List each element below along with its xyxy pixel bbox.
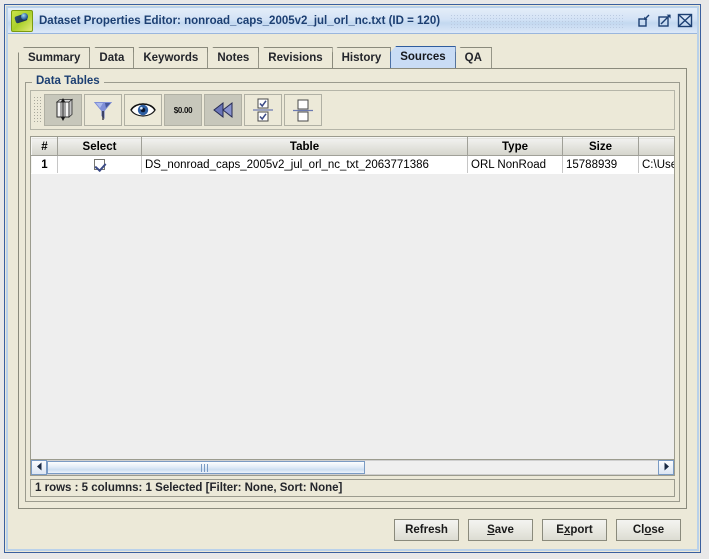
data-table: # Select Table Type Size 1 DS_nonroad_ca… — [31, 137, 674, 174]
table-toolbar: $0.00 — [30, 90, 675, 130]
chevron-left-icon — [36, 462, 43, 474]
column-header-path[interactable] — [638, 137, 674, 156]
tab-keywords[interactable]: Keywords — [133, 47, 209, 68]
tab-revisions[interactable]: Revisions — [258, 47, 333, 68]
toolbar-drag-handle[interactable] — [33, 96, 41, 124]
export-button-label-start: E — [556, 524, 564, 536]
tab-data-label: Data — [99, 52, 125, 64]
tab-qa[interactable]: QA — [454, 47, 492, 68]
close-button-mnemonic: o — [644, 524, 652, 536]
table-row[interactable]: 1 DS_nonroad_caps_2005v2_jul_orl_nc_txt_… — [31, 155, 674, 174]
column-header-num[interactable]: # — [31, 137, 58, 156]
export-button-label-end: port — [570, 524, 593, 536]
grid-status-text: 1 rows : 5 columns: 1 Selected [Filter: … — [35, 482, 343, 494]
grid-scroll-area: # Select Table Type Size 1 DS_nonroad_ca… — [31, 137, 674, 459]
tab-history[interactable]: History — [331, 47, 392, 68]
tab-history-label: History — [341, 52, 382, 64]
reset-button[interactable] — [204, 94, 242, 126]
tab-notes-label: Notes — [217, 52, 250, 64]
tab-revisions-label: Revisions — [268, 52, 323, 64]
column-header-table[interactable]: Table — [141, 137, 468, 156]
tab-sources[interactable]: Sources — [390, 46, 456, 68]
format-button[interactable]: $0.00 — [164, 94, 202, 126]
split-boxes-icon — [292, 97, 314, 123]
close-button-label-end: se — [651, 524, 665, 536]
clear-selection-button[interactable] — [284, 94, 322, 126]
scrollbar-thumb[interactable] — [47, 461, 365, 474]
dataset-editor-icon — [11, 9, 33, 32]
title-grip-texture — [450, 13, 625, 28]
close-button-label-start: Cl — [632, 524, 645, 536]
tab-summary-label: Summary — [28, 52, 81, 64]
save-button-mnemonic: S — [487, 524, 495, 536]
save-button-label: ave — [494, 524, 514, 536]
close-button[interactable] — [677, 13, 693, 28]
scroll-left-button[interactable] — [31, 460, 47, 475]
chevron-right-icon — [663, 462, 670, 474]
column-header-select[interactable]: Select — [57, 137, 142, 156]
column-header-size[interactable]: Size — [562, 137, 639, 156]
show-hide-columns-button[interactable] — [124, 94, 162, 126]
dataset-properties-editor-window: Dataset Properties Editor: nonroad_caps_… — [4, 4, 701, 553]
grid-status-bar: 1 rows : 5 columns: 1 Selected [Filter: … — [30, 479, 675, 497]
export-button[interactable]: Ex port — [542, 519, 607, 541]
window-inner-frame: Dataset Properties Editor: nonroad_caps_… — [6, 6, 699, 551]
tab-summary[interactable]: Summary — [18, 47, 91, 68]
eye-icon — [130, 100, 156, 120]
save-button[interactable]: Save — [468, 519, 533, 541]
close-dialog-button[interactable]: Cl o se — [616, 519, 681, 541]
data-tables-group-title: Data Tables — [32, 75, 104, 87]
window-content: Summary Data Keywords Notes Revisions Hi… — [8, 34, 697, 549]
funnel-icon — [91, 98, 115, 122]
sources-tab-panel: Data Tables $0.00 # Select Table Type Si… — [18, 68, 687, 509]
column-header-type[interactable]: Type — [467, 137, 563, 156]
filter-button[interactable] — [84, 94, 122, 126]
tab-notes[interactable]: Notes — [207, 47, 260, 68]
row-select-cell[interactable] — [57, 155, 142, 174]
row-path-cell: C:\Users\cse — [638, 155, 674, 174]
tab-keywords-label: Keywords — [143, 52, 199, 64]
tab-strip: Summary Data Keywords Notes Revisions Hi… — [18, 45, 697, 68]
data-tables-grid: # Select Table Type Size 1 DS_nonroad_ca… — [30, 136, 675, 476]
column-sort-icon — [52, 98, 74, 122]
row-select-checkbox[interactable] — [94, 158, 105, 170]
data-tables-group: Data Tables $0.00 # Select Table Type Si… — [25, 75, 680, 502]
row-type-cell: ORL NonRoad — [467, 155, 563, 174]
refresh-button[interactable]: Refresh — [394, 519, 459, 541]
scrollbar-track[interactable] — [47, 460, 658, 475]
tab-qa-label: QA — [464, 52, 482, 64]
scroll-right-button[interactable] — [658, 460, 674, 475]
row-table-cell: DS_nonroad_caps_2005v2_jul_orl_nc_txt_20… — [141, 155, 468, 174]
scrollbar-thumb-grip — [201, 463, 211, 472]
tab-data[interactable]: Data — [89, 47, 135, 68]
tab-sources-label: Sources — [400, 51, 446, 63]
select-all-button[interactable] — [244, 94, 282, 126]
check-all-icon — [252, 97, 274, 123]
maximize-button[interactable] — [657, 13, 673, 28]
row-size-cell: 15788939 — [562, 155, 639, 174]
sort-columns-button[interactable] — [44, 94, 82, 126]
title-bar[interactable]: Dataset Properties Editor: nonroad_caps_… — [8, 8, 697, 34]
dialog-button-bar: Refresh Save Ex port Cl o se — [8, 511, 697, 549]
rewind-icon — [211, 100, 235, 120]
refresh-button-label: Refresh — [405, 524, 448, 536]
minimize-button[interactable] — [637, 13, 653, 28]
money-format-icon: $0.00 — [173, 105, 193, 115]
horizontal-scrollbar[interactable] — [31, 459, 674, 475]
window-title: Dataset Properties Editor: nonroad_caps_… — [39, 14, 441, 27]
table-header-row: # Select Table Type Size — [31, 137, 674, 156]
row-number-cell: 1 — [31, 155, 58, 174]
